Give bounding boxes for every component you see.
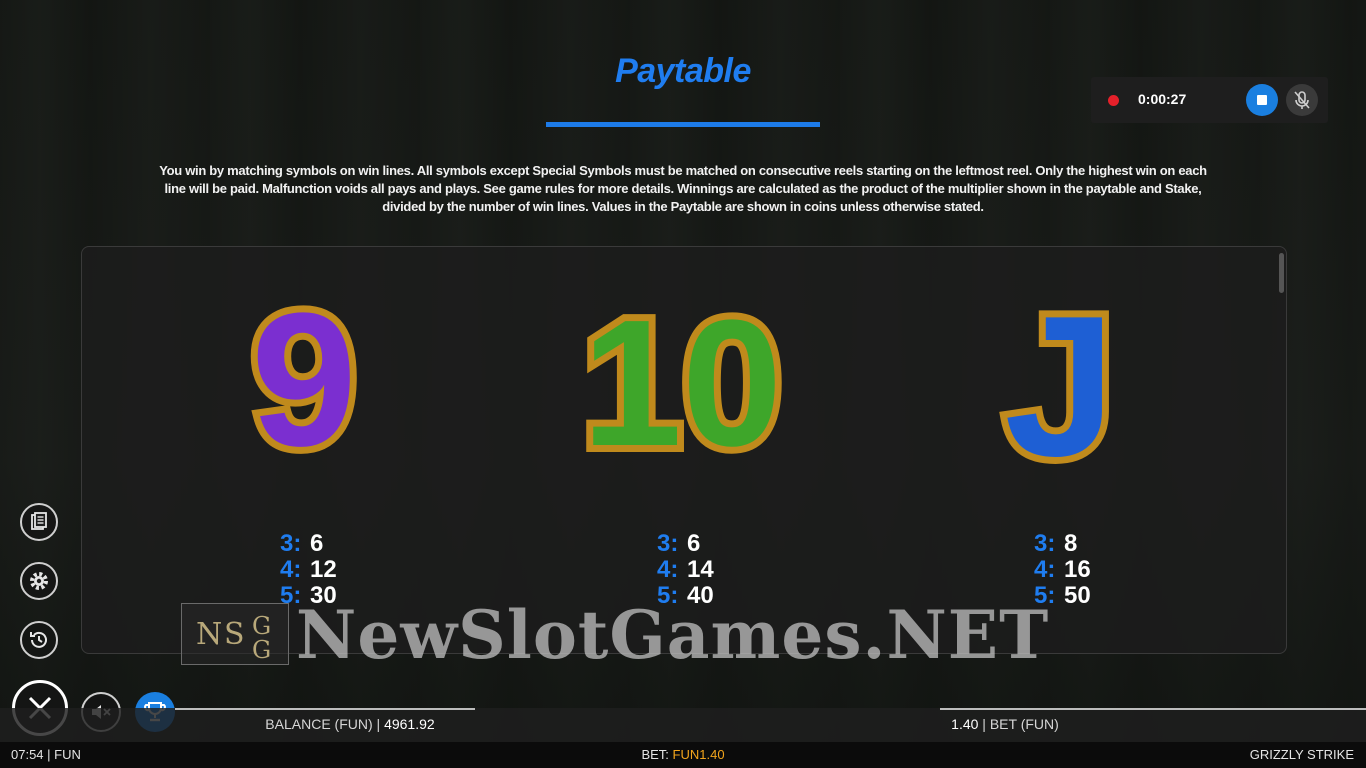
logo-letter: N [196,617,222,652]
symbol-ten-glyph: 10 [582,295,782,475]
pay-row: 4: 12 [280,557,400,583]
pay-value: 16 [1064,556,1091,583]
pay-count: 4: [1034,556,1056,583]
pay-row: 3: 6 [280,531,400,557]
pay-value: 6 [310,530,324,557]
recording-dot-icon [1108,95,1119,106]
paytable-icon [31,512,47,530]
pay-row: 4: 14 [657,557,777,583]
pay-value: 12 [310,556,337,583]
mic-off-icon [1294,91,1310,109]
mic-muted-button[interactable] [1286,84,1318,116]
balance-value: 4961.92 [384,716,435,732]
pay-count: 3: [657,530,679,557]
paytable-panel: 9 9 3: 6 4: 12 5: 30 10 10 3: 6 4: 14 5: 40 J … [81,246,1287,654]
bet-summary: BET: FUN1.40 [0,747,1366,762]
paytable-rules-text: You win by matching symbols on win lines… [159,163,1207,214]
gear-icon [30,572,48,590]
stop-recording-button[interactable] [1246,84,1278,116]
bar-divider [175,708,475,710]
watermark-text: NewSlotGames.NET [296,596,1050,674]
pay-row: 4: 16 [1034,557,1154,583]
bet-label: BET (FUN) [989,716,1059,732]
recording-time: 0:00:27 [1138,91,1187,107]
status-bar: 07:54 | FUN BET: FUN1.40 GRIZZLY STRIKE [0,742,1366,768]
pay-count: 4: [280,556,302,583]
pay-count: 4: [657,556,679,583]
pay-count: 3: [280,530,302,557]
history-icon [30,631,47,648]
bet-display: 1.40 | BET (FUN) [951,716,1059,732]
pay-value: 6 [687,530,701,557]
pays-jack: 3: 8 4: 16 5: 50 [1034,531,1154,609]
panel-scrollbar[interactable] [1279,253,1284,293]
screen-recorder-widget: 0:00:27 [1091,77,1328,123]
bar-divider [940,708,1366,710]
symbol-jack-glyph: J [1004,295,1115,475]
symbol-jack: J J [910,295,1210,475]
balance-label: BALANCE (FUN) [265,716,373,732]
history-button[interactable] [20,621,58,659]
pay-row: 3: 6 [657,531,777,557]
symbol-nine: 9 9 [154,295,454,475]
watermark-logo: N S G G [181,603,289,665]
title-underline [546,122,820,127]
paytable-button[interactable] [20,503,58,541]
pay-value: 14 [687,556,714,583]
symbol-nine-glyph: 9 [251,295,357,475]
symbol-ten: 10 10 [532,295,832,475]
game-name: GRIZZLY STRIKE [1249,747,1354,762]
balance-display: BALANCE (FUN) | 4961.92 [265,716,435,732]
pay-value: 8 [1064,530,1078,557]
bet-summary-amount: FUN1.40 [672,747,725,762]
settings-button[interactable] [20,562,58,600]
bet-summary-label: BET: [641,747,669,762]
bet-value: 1.40 [951,716,979,732]
pay-count: 3: [1034,530,1056,557]
pay-row: 3: 8 [1034,531,1154,557]
logo-letter: S [224,617,245,652]
logo-letter: G [252,636,271,664]
watermark: N S G G NewSlotGames.NET [181,596,1191,674]
